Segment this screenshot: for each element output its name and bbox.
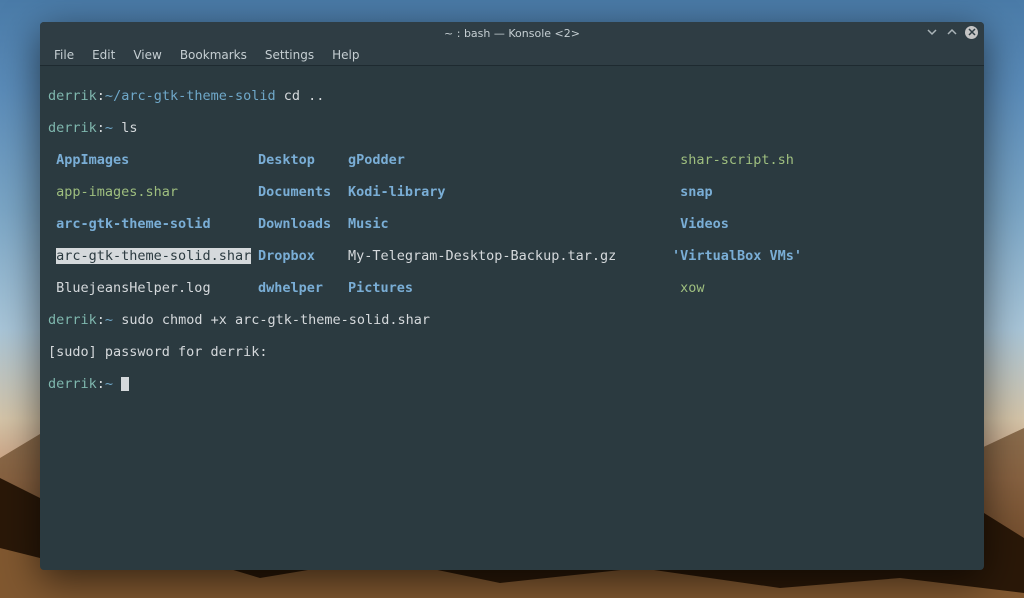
ls-row: arc-gtk-theme-solid Downloads Music Videos: [48, 216, 976, 232]
prompt-space: [113, 376, 121, 392]
prompt-sep: :: [97, 120, 105, 136]
ls-item: AppImages: [56, 152, 129, 168]
menu-settings[interactable]: Settings: [257, 46, 322, 64]
ls-item: 'VirtualBox VMs': [672, 248, 802, 264]
ls-item: arc-gtk-theme-solid: [56, 216, 210, 232]
ls-item: dwhelper: [258, 280, 323, 296]
ls-item: Kodi-library: [348, 184, 446, 200]
prompt-user: derrik: [48, 312, 97, 328]
prompt-tilde: ~: [105, 312, 113, 328]
ls-item: Downloads: [258, 216, 331, 232]
minimize-icon[interactable]: [925, 25, 939, 39]
prompt-tilde: ~: [105, 376, 113, 392]
window-controls: [925, 25, 978, 39]
ls-row: AppImages Desktop gPodder shar-script.sh: [48, 152, 976, 168]
prompt-user: derrik: [48, 376, 97, 392]
ls-item: My-Telegram-Desktop-Backup.tar.gz: [348, 248, 616, 264]
prompt-user: derrik: [48, 88, 97, 104]
ls-item: BluejeansHelper.log: [56, 280, 210, 296]
prompt-sep: :: [97, 312, 105, 328]
close-icon[interactable]: [965, 26, 978, 39]
cursor-icon: [121, 377, 129, 391]
ls-item: snap: [680, 184, 713, 200]
cmd-chmod: sudo chmod +x arc-gtk-theme-solid.shar: [113, 312, 430, 328]
maximize-icon[interactable]: [945, 25, 959, 39]
cmd-ls: ls: [113, 120, 137, 136]
ls-item: arc-gtk-theme-solid.shar: [56, 248, 251, 264]
sudo-prompt: [sudo] password for derrik:: [48, 344, 267, 360]
ls-item: app-images.shar: [56, 184, 178, 200]
prompt-sep: :: [97, 88, 105, 104]
prompt-path: /arc-gtk-theme-solid: [113, 88, 276, 104]
cmd-cd: cd ..: [276, 88, 325, 104]
menu-view[interactable]: View: [125, 46, 169, 64]
window-titlebar[interactable]: ~ : bash — Konsole <2>: [40, 22, 984, 44]
window-title: ~ : bash — Konsole <2>: [444, 27, 580, 40]
prompt-sep: :: [97, 376, 105, 392]
menu-file[interactable]: File: [46, 46, 82, 64]
ls-item: Dropbox: [258, 248, 315, 264]
ls-item: Videos: [680, 216, 729, 232]
ls-item: xow: [680, 280, 704, 296]
konsole-window: ~ : bash — Konsole <2> File Edit View Bo…: [40, 22, 984, 570]
menu-help[interactable]: Help: [324, 46, 367, 64]
ls-item: Documents: [258, 184, 331, 200]
ls-row: app-images.shar Documents Kodi-library sna…: [48, 184, 976, 200]
menu-edit[interactable]: Edit: [84, 46, 123, 64]
ls-item: gPodder: [348, 152, 405, 168]
menubar: File Edit View Bookmarks Settings Help: [40, 44, 984, 66]
prompt-tilde: ~: [105, 120, 113, 136]
ls-row: arc-gtk-theme-solid.shar Dropbox My-Telegr…: [48, 248, 976, 264]
terminal-output[interactable]: derrik:~/arc-gtk-theme-solid cd .. derri…: [40, 66, 984, 570]
ls-item: Pictures: [348, 280, 413, 296]
ls-item: Desktop: [258, 152, 315, 168]
ls-item: shar-script.sh: [680, 152, 794, 168]
ls-row: BluejeansHelper.log dwhelper Pictures xow: [48, 280, 976, 296]
prompt-tilde: ~: [105, 88, 113, 104]
prompt-user: derrik: [48, 120, 97, 136]
menu-bookmarks[interactable]: Bookmarks: [172, 46, 255, 64]
ls-item: Music: [348, 216, 389, 232]
